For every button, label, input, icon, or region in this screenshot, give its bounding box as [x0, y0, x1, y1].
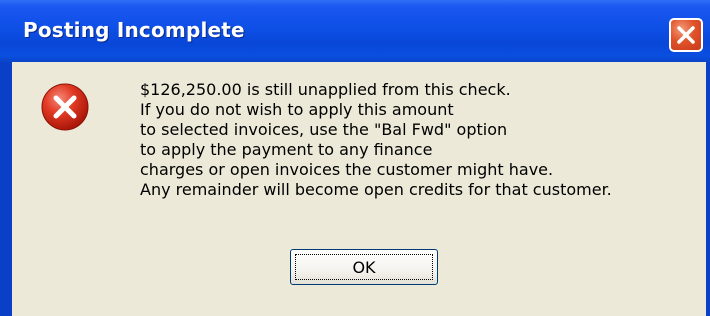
message-line: If you do not wish to apply this amount [140, 100, 454, 119]
close-icon [677, 26, 695, 44]
message-line: charges or open invoices the customer mi… [140, 160, 554, 179]
window-title: Posting Incomplete [23, 18, 245, 42]
title-bar[interactable]: Posting Incomplete [0, 0, 710, 62]
message-line: to selected invoices, use the "Bal Fwd" … [140, 120, 508, 139]
message-line: to apply the payment to any finance [140, 140, 433, 159]
error-message: $126,250.00 is still unapplied from this… [140, 80, 700, 200]
error-icon [41, 83, 89, 131]
message-line: Any remainder will become open credits f… [140, 180, 612, 199]
ok-button-label: OK [295, 254, 433, 280]
dialog-body: $126,250.00 is still unapplied from this… [12, 62, 706, 316]
dialog-window: Posting Incomplete $126,250.00 is still … [0, 0, 710, 316]
close-button[interactable] [669, 18, 703, 52]
message-line: $126,250.00 is still unapplied from this… [140, 80, 511, 99]
ok-button[interactable]: OK [290, 249, 438, 285]
